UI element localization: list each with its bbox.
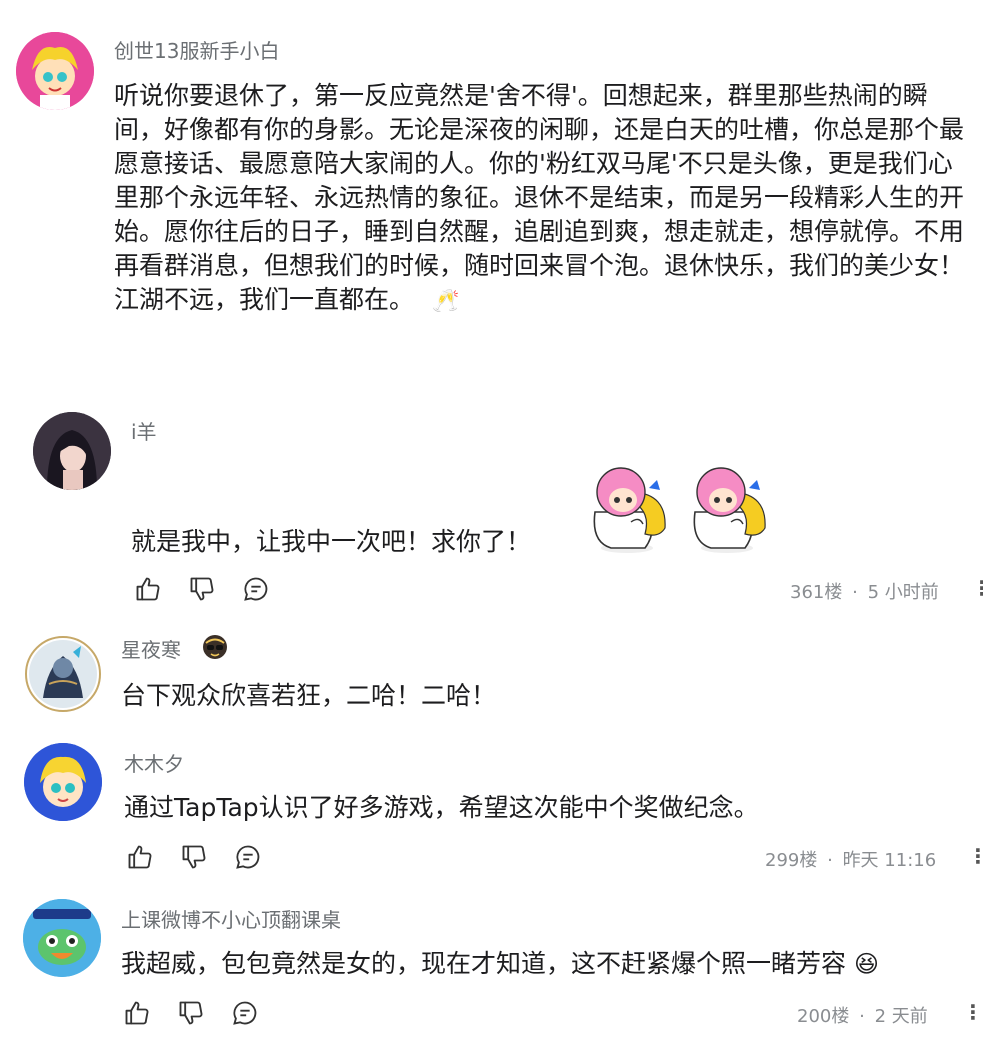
thumbs-down-icon[interactable]: [178, 841, 210, 873]
more-options-icon[interactable]: ⋮: [968, 844, 983, 868]
timestamp: 5 小时前: [867, 582, 939, 603]
thumbs-down-icon[interactable]: [175, 997, 207, 1029]
meta-separator: ·: [827, 850, 833, 871]
anime-avatar-image: [16, 32, 94, 110]
laughing-emoji: 😆: [853, 950, 879, 978]
anime-avatar-image: [24, 743, 102, 821]
floor-number: 361楼: [790, 582, 843, 603]
comment-text: 通过TapTap认识了好多游戏，希望这次能中个奖做纪念。: [124, 793, 759, 822]
username[interactable]: 创世13服新手小白: [114, 35, 279, 64]
comment-actions: [121, 997, 261, 1029]
username[interactable]: 上课微博不小心顶翻课桌: [121, 904, 341, 933]
warrior-avatar-image: [29, 640, 97, 708]
comment-text: 我超威，包包竟然是女的，现在才知道，这不赶紧爆个照一睹芳容 😆: [121, 947, 879, 981]
thumbs-up-icon[interactable]: [124, 841, 156, 873]
comment-body: 听说你要退休了，第一反应竟然是'舍不得'。回想起来，群里那些热闹的瞬间，好像都有…: [114, 81, 965, 314]
comment-actions: [132, 573, 272, 605]
reply-bubble-icon[interactable]: [229, 997, 261, 1029]
more-options-icon[interactable]: ⋮: [972, 576, 983, 600]
comment-text: 就是我中，让我中一次吧！求你了！: [131, 527, 532, 556]
pink-hair-girl-sticker: [593, 467, 666, 553]
avatar[interactable]: [33, 412, 111, 490]
username[interactable]: 木木夕: [124, 748, 184, 777]
comment-meta: 200楼 · 2 天前: [797, 1002, 928, 1028]
reply-bubble-icon[interactable]: [232, 841, 264, 873]
floor-number: 299楼: [765, 850, 818, 871]
username[interactable]: 星夜寒: [121, 634, 181, 663]
timestamp: 2 天前: [874, 1006, 928, 1027]
cheers-emoji: 🥂: [431, 289, 460, 314]
thumbs-up-icon[interactable]: [121, 997, 153, 1029]
thumbs-up-icon[interactable]: [132, 573, 164, 605]
frog-avatar-image: [23, 899, 101, 977]
avatar[interactable]: [23, 899, 101, 977]
avatar[interactable]: [25, 636, 101, 712]
floor-number: 200楼: [797, 1006, 850, 1027]
comment-meta: 361楼 · 5 小时前: [790, 578, 939, 604]
more-options-icon[interactable]: ⋮: [963, 1000, 983, 1024]
pink-hair-girl-sticker: [693, 467, 766, 553]
comment-meta: 299楼 · 昨天 11:16: [765, 846, 936, 872]
portrait-avatar-image: [33, 412, 111, 490]
thumbs-down-icon[interactable]: [186, 573, 218, 605]
meta-separator: ·: [859, 1006, 865, 1027]
comment-text: 听说你要退休了，第一反应竟然是'舍不得'。回想起来，群里那些热闹的瞬间，好像都有…: [114, 79, 964, 319]
comment-text: 台下观众欣喜若狂，二哈！二哈！: [121, 681, 497, 710]
avatar[interactable]: [24, 743, 102, 821]
reply-bubble-icon[interactable]: [240, 573, 272, 605]
avatar[interactable]: [16, 32, 94, 110]
meta-separator: ·: [852, 582, 858, 603]
comment-body: 我超威，包包竟然是女的，现在才知道，这不赶紧爆个照一睹芳容: [121, 949, 847, 978]
sunglasses-badge-icon: [202, 634, 228, 660]
username[interactable]: i羊: [131, 416, 157, 445]
timestamp: 昨天 11:16: [842, 850, 937, 871]
comment-actions: [124, 841, 264, 873]
